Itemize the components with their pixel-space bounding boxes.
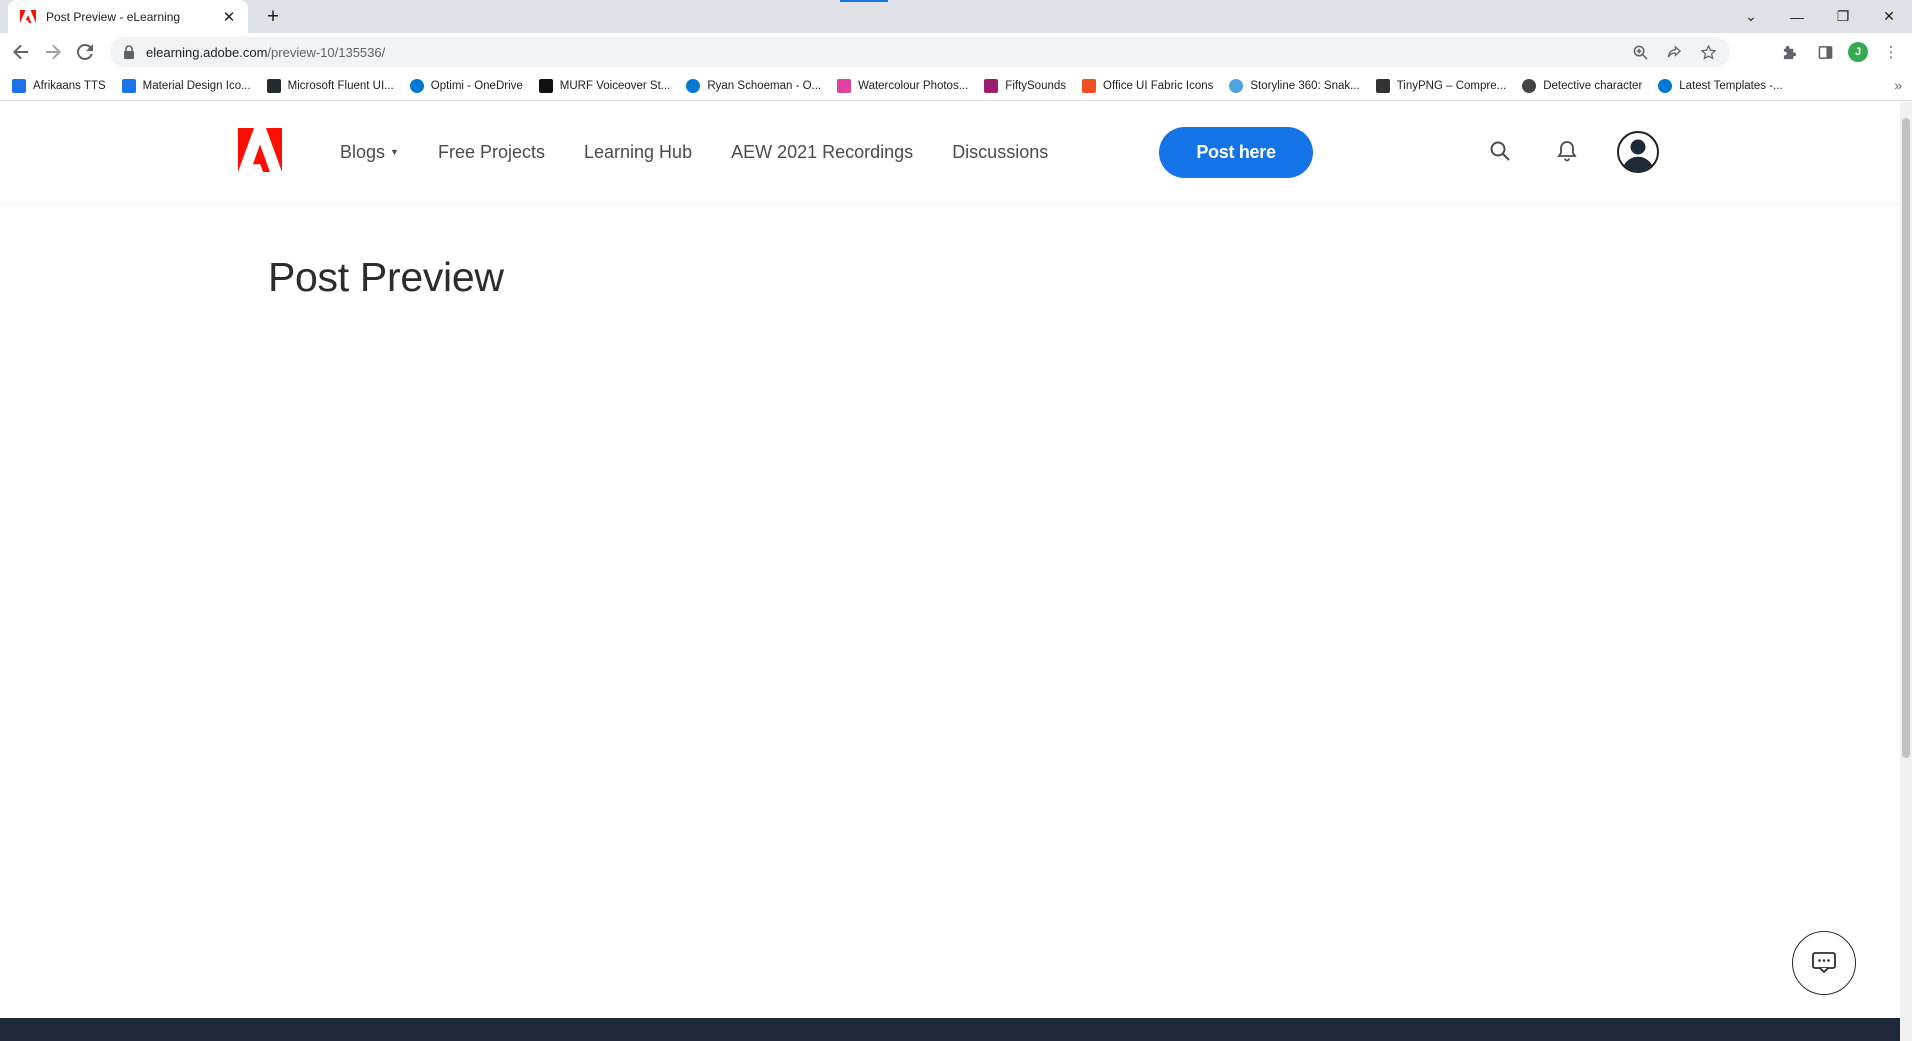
photos-icon	[837, 78, 852, 93]
play-icon	[984, 78, 999, 93]
site-header: Blogs ▼ Free Projects Learning Hub AEW 20…	[0, 102, 1900, 202]
bookmark-item[interactable]: Afrikaans TTS	[12, 78, 106, 93]
page-scrollbar[interactable]	[1900, 102, 1912, 1041]
forward-arrow-icon[interactable]	[40, 39, 66, 65]
bookmark-item[interactable]: Optimi - OneDrive	[409, 78, 523, 93]
nav-blogs[interactable]: Blogs ▼	[340, 142, 399, 163]
bookmark-item[interactable]: Storyline 360: Snak...	[1229, 78, 1360, 93]
zoom-icon[interactable]	[1630, 42, 1650, 62]
onedrive-icon	[409, 78, 424, 93]
browser-toolbar: elearning.adobe.com/preview-10/135536/ J…	[0, 33, 1912, 71]
bookmark-label: MURF Voiceover St...	[559, 79, 671, 92]
bookmark-item[interactable]: FiftySounds	[984, 78, 1067, 93]
side-panel-icon[interactable]	[1812, 39, 1838, 65]
bookmark-star-icon[interactable]	[1698, 42, 1718, 62]
restore-icon[interactable]: ❐	[1820, 0, 1866, 33]
bookmark-label: Detective character	[1543, 79, 1643, 92]
bookmark-label: FiftySounds	[1005, 79, 1067, 92]
bookmark-label: Material Design Ico...	[142, 79, 251, 92]
nav-free-projects[interactable]: Free Projects	[438, 142, 545, 163]
bookmark-item[interactable]: Latest Templates -...	[1658, 78, 1783, 93]
bookmark-item[interactable]: Ryan Schoeman - O...	[686, 78, 822, 93]
chat-feedback-button[interactable]	[1792, 931, 1856, 995]
bookmark-item[interactable]: MURF Voiceover St...	[538, 78, 671, 93]
bookmark-item[interactable]: Material Design Ico...	[121, 78, 251, 93]
bookmark-label: Optimi - OneDrive	[430, 79, 523, 92]
window-controls: ⌄ — ❐ ✕	[1728, 0, 1912, 33]
search-icon[interactable]	[1487, 138, 1513, 164]
url-text: elearning.adobe.com/preview-10/135536/	[146, 44, 386, 60]
murf-icon	[538, 78, 553, 93]
post-here-button[interactable]: Post here	[1159, 127, 1313, 178]
main-nav: Blogs ▼ Free Projects Learning Hub AEW 20…	[340, 102, 1087, 202]
shield-icon	[1229, 78, 1244, 93]
bookmark-label: Microsoft Fluent UI...	[287, 79, 394, 92]
bookmarks-overflow-chevron-icon[interactable]: »	[1894, 77, 1902, 93]
bookmark-item[interactable]: Watercolour Photos...	[837, 78, 969, 93]
bookmark-item[interactable]: TinyPNG – Compre...	[1375, 78, 1507, 93]
onedrive-icon	[1658, 78, 1673, 93]
material-icon	[121, 78, 136, 93]
github-icon	[266, 78, 281, 93]
adobe-logo-icon[interactable]	[238, 128, 282, 172]
bookmark-label: Watercolour Photos...	[858, 79, 969, 92]
minimize-icon[interactable]: —	[1774, 0, 1820, 33]
extensions-puzzle-icon[interactable]	[1776, 39, 1802, 65]
user-avatar-icon[interactable]	[1617, 131, 1659, 173]
page-viewport: Blogs ▼ Free Projects Learning Hub AEW 20…	[0, 102, 1900, 1041]
bookmark-item[interactable]: Microsoft Fluent UI...	[266, 78, 394, 93]
browser-tabstrip: Post Preview - eLearning ✕ + ⌄ — ❐ ✕	[0, 0, 1912, 33]
nav-learning-hub[interactable]: Learning Hub	[584, 142, 692, 163]
bookmark-label: Ryan Schoeman - O...	[707, 79, 822, 92]
close-window-icon[interactable]: ✕	[1866, 0, 1912, 33]
new-tab-plus-icon[interactable]: +	[260, 4, 286, 30]
scrollbar-thumb[interactable]	[1902, 118, 1910, 758]
microphone-icon	[12, 78, 26, 93]
bookmark-label: Latest Templates -...	[1679, 79, 1783, 92]
bookmark-label: Office UI Fabric Icons	[1103, 79, 1214, 92]
tab-close-icon[interactable]: ✕	[220, 8, 238, 26]
tab-loading-indicator	[840, 0, 888, 2]
panda-icon	[1375, 78, 1390, 93]
nav-discussions[interactable]: Discussions	[952, 142, 1048, 163]
browser-menu-kebab-icon[interactable]: ⋮	[1878, 39, 1904, 65]
bookmark-item[interactable]: Detective character	[1522, 78, 1643, 93]
nav-blogs-label: Blogs	[340, 141, 386, 162]
share-icon[interactable]	[1664, 42, 1684, 62]
tab-title: Post Preview - eLearning	[46, 9, 181, 24]
bookmark-item[interactable]: Office UI Fabric Icons	[1082, 78, 1214, 93]
lock-icon[interactable]	[122, 45, 136, 59]
site-footer	[0, 1018, 1900, 1041]
onedrive-icon	[686, 78, 701, 93]
globe-icon	[1522, 78, 1537, 93]
browser-tab-active[interactable]: Post Preview - eLearning ✕	[8, 0, 248, 33]
nav-aew-recordings[interactable]: AEW 2021 Recordings	[731, 142, 913, 163]
bookmarks-bar: Afrikaans TTS Material Design Ico... Micro…	[0, 71, 1912, 101]
bookmark-label: Storyline 360: Snak...	[1250, 79, 1360, 92]
bookmark-label: TinyPNG – Compre...	[1396, 79, 1507, 92]
tab-search-chevron-icon[interactable]: ⌄	[1728, 0, 1774, 33]
office-icon	[1082, 78, 1097, 93]
adobe-favicon-icon	[20, 9, 36, 25]
page-title: Post Preview	[268, 254, 504, 300]
profile-avatar-icon[interactable]: J	[1848, 42, 1868, 62]
bell-notification-icon[interactable]	[1554, 138, 1580, 164]
reload-icon[interactable]	[72, 39, 98, 65]
back-arrow-icon[interactable]	[8, 39, 34, 65]
chat-bubble-icon	[1812, 952, 1836, 974]
bookmark-label: Afrikaans TTS	[33, 79, 106, 92]
caret-down-icon: ▼	[390, 147, 399, 157]
address-bar[interactable]: elearning.adobe.com/preview-10/135536/	[110, 37, 1730, 67]
